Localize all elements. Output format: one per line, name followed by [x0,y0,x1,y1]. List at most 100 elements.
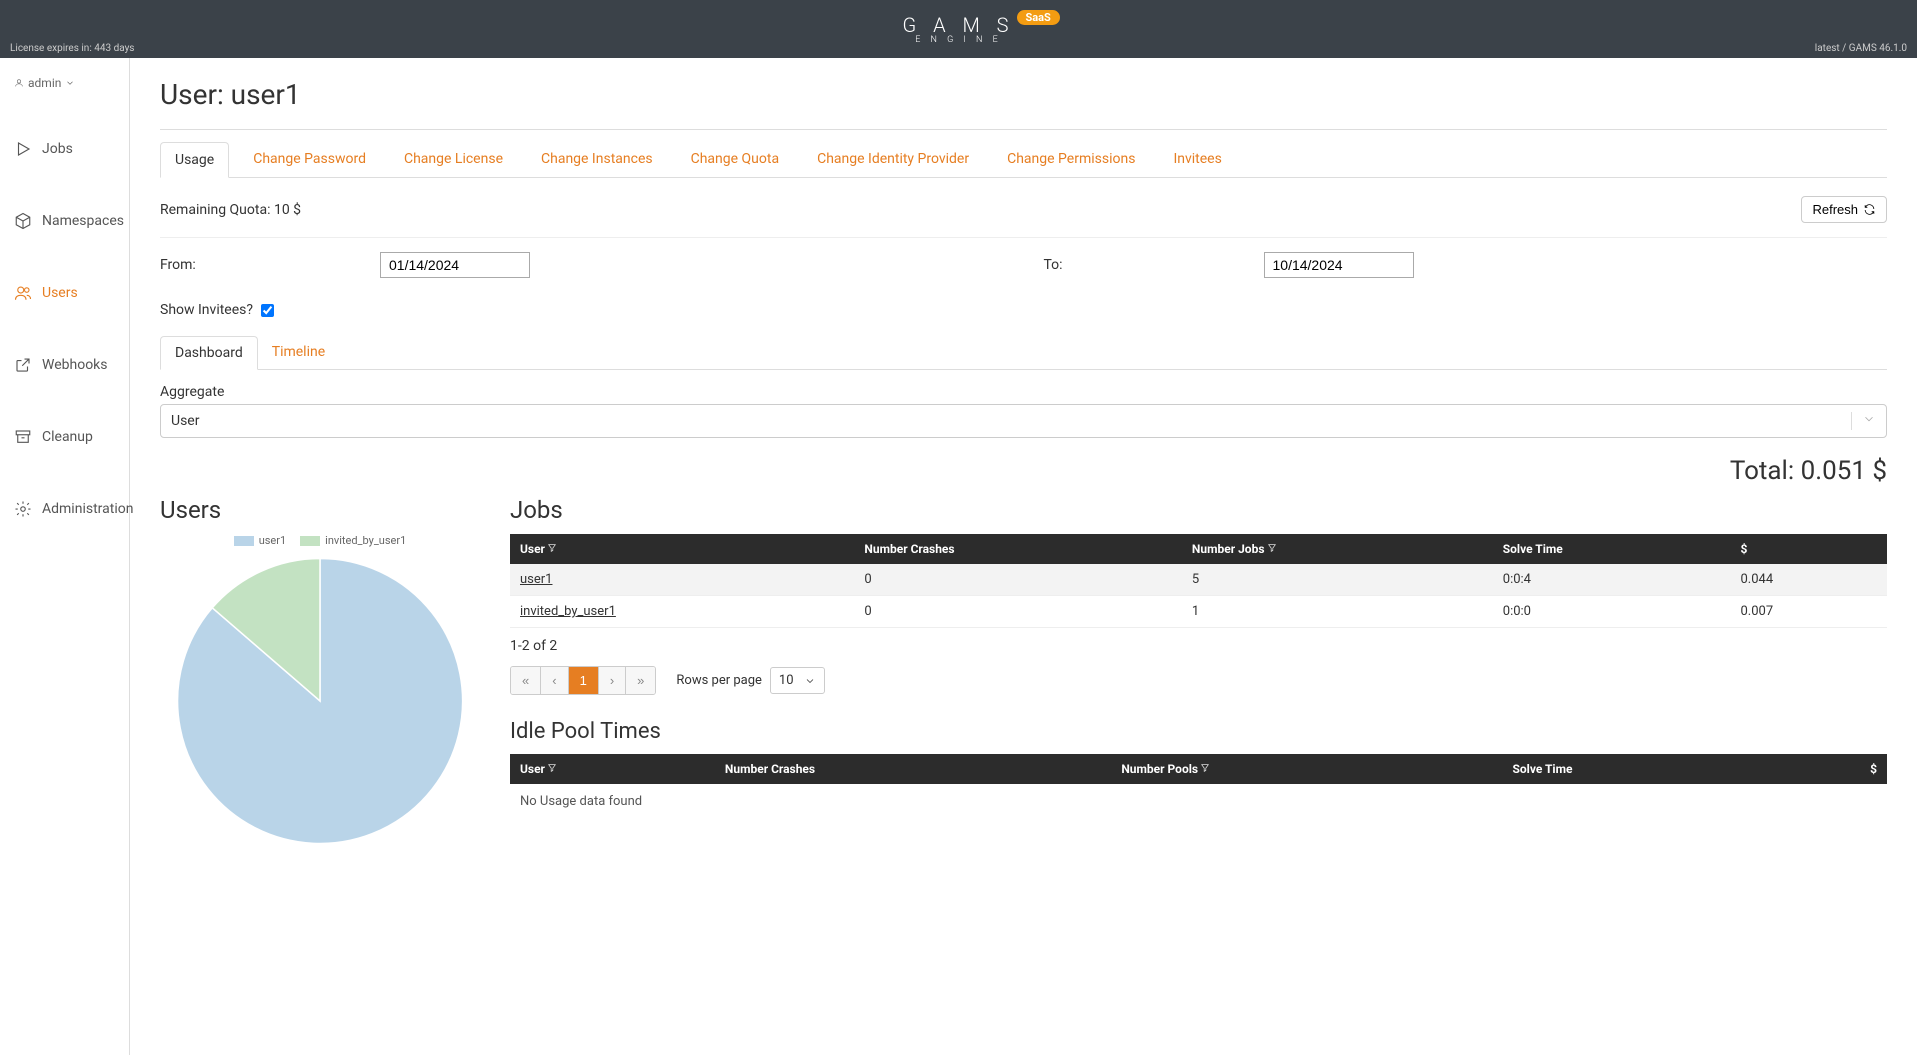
logo-sub-text: E N G I N E [903,35,1015,45]
saas-badge: SaaS [1017,10,1060,25]
content-tabs: Usage Change Password Change License Cha… [160,142,1887,178]
tab-change-license[interactable]: Change License [390,142,517,177]
sidebar-item-label: Namespaces [42,213,124,229]
rows-per-page-label: Rows per page [676,673,762,688]
remaining-quota-label: Remaining Quota: [160,202,270,218]
version-text: latest / GAMS 46.1.0 [1815,43,1907,54]
sidebar-item-webhooks[interactable]: Webhooks [0,344,129,386]
sidebar-item-label: Users [42,285,78,301]
col-crashes[interactable]: Number Crashes [715,754,1111,784]
sidebar-item-jobs[interactable]: Jobs [0,128,129,170]
sidebar-item-administration[interactable]: Administration [0,488,129,530]
cell-cost: 0.044 [1730,564,1887,596]
filter-icon [1267,542,1277,556]
cell-cost: 0.007 [1730,596,1887,628]
user-link[interactable]: user1 [520,572,552,587]
from-label: From: [160,257,220,273]
chevron-down-icon [65,78,75,88]
main-content: User: user1 Usage Change Password Change… [130,58,1917,1055]
pager: « ‹ 1 › » [510,666,656,695]
to-label: To: [1044,257,1104,273]
jobs-table-title: Jobs [510,496,1887,524]
aggregate-value: User [171,413,199,429]
sidebar-item-cleanup[interactable]: Cleanup [0,416,129,458]
tab-change-instances[interactable]: Change Instances [527,142,667,177]
cell-jobs: 5 [1182,564,1493,596]
cell-jobs: 1 [1182,596,1493,628]
sidebar-item-users[interactable]: Users [0,272,129,314]
to-date-input[interactable] [1264,252,1414,278]
play-icon [14,140,32,158]
col-jobs[interactable]: Number Jobs [1182,534,1493,564]
rows-per-page-value: 10 [779,673,794,688]
idle-no-data: No Usage data found [510,784,1887,819]
pager-page-1[interactable]: 1 [569,667,599,694]
pager-first[interactable]: « [511,667,541,694]
legend-swatch-invited [300,536,320,546]
col-cost[interactable]: $ [1730,534,1887,564]
sidebar: admin Jobs Namespaces Users Webhooks [0,58,130,1055]
pager-prev[interactable]: ‹ [541,667,568,694]
col-user[interactable]: User [510,534,854,564]
total-value: 0.051 $ [1801,456,1887,486]
sidebar-item-namespaces[interactable]: Namespaces [0,200,129,242]
aggregate-label: Aggregate [160,384,1887,400]
users-icon [14,284,32,302]
chevron-down-icon [804,675,816,687]
logo: G A M S E N G I N E [903,13,1015,45]
sidebar-item-label: Webhooks [42,357,108,373]
user-link[interactable]: invited_by_user1 [520,604,616,619]
remaining-quota: Remaining Quota: 10 $ [160,202,301,218]
tab-invitees[interactable]: Invitees [1159,142,1235,177]
tab-change-permissions[interactable]: Change Permissions [993,142,1149,177]
show-invitees-label: Show Invitees? [160,302,253,318]
user-icon [14,78,24,88]
cell-crashes: 0 [854,596,1182,628]
col-solve[interactable]: Solve Time [1493,534,1731,564]
user-menu-dropdown[interactable]: admin [0,68,129,98]
subtab-dashboard[interactable]: Dashboard [160,336,258,370]
archive-icon [14,428,32,446]
dashboard-subtabs: Dashboard Timeline [160,336,1887,370]
sidebar-item-label: Jobs [42,141,73,157]
box-icon [14,212,32,230]
chevron-down-icon [1851,412,1876,430]
tab-change-quota[interactable]: Change Quota [677,142,793,177]
show-invitees-checkbox[interactable] [261,304,274,317]
external-link-icon [14,356,32,374]
jobs-table: User Number Crashes Number Jobs Solve Ti… [510,534,1887,628]
idle-table: User Number Crashes Number Pools Solve T… [510,754,1887,784]
cell-solve: 0:0:0 [1493,596,1731,628]
total-row: Total: 0.051 $ [160,456,1887,486]
refresh-label: Refresh [1812,202,1858,217]
tab-change-password[interactable]: Change Password [239,142,380,177]
col-cost[interactable]: $ [1790,754,1887,784]
refresh-icon [1863,203,1876,216]
pager-next[interactable]: › [599,667,626,694]
legend-label: invited_by_user1 [325,534,406,547]
subtab-timeline[interactable]: Timeline [258,336,339,369]
remaining-quota-value: 10 $ [274,202,301,218]
pie-legend: user1 invited_by_user1 [160,534,480,547]
col-crashes[interactable]: Number Crashes [854,534,1182,564]
col-pools[interactable]: Number Pools [1111,754,1502,784]
idle-table-title: Idle Pool Times [510,719,1887,744]
tab-change-identity-provider[interactable]: Change Identity Provider [803,142,983,177]
col-user[interactable]: User [510,754,715,784]
cell-solve: 0:0:4 [1493,564,1731,596]
page-info: 1-2 of 2 [510,638,1887,654]
filter-icon [1200,762,1210,776]
from-date-input[interactable] [380,252,530,278]
col-solve[interactable]: Solve Time [1503,754,1791,784]
tab-usage[interactable]: Usage [160,142,229,178]
rows-per-page-select[interactable]: 10 [770,667,825,694]
aggregate-select[interactable]: User [160,404,1887,438]
pager-last[interactable]: » [626,667,655,694]
logo-main-text: G A M S [903,13,1015,37]
legend-swatch-user1 [234,536,254,546]
sidebar-item-label: Cleanup [42,429,93,445]
gear-icon [14,500,32,518]
refresh-button[interactable]: Refresh [1801,196,1887,223]
license-expiry-text: License expires in: 443 days [10,43,134,54]
cell-crashes: 0 [854,564,1182,596]
